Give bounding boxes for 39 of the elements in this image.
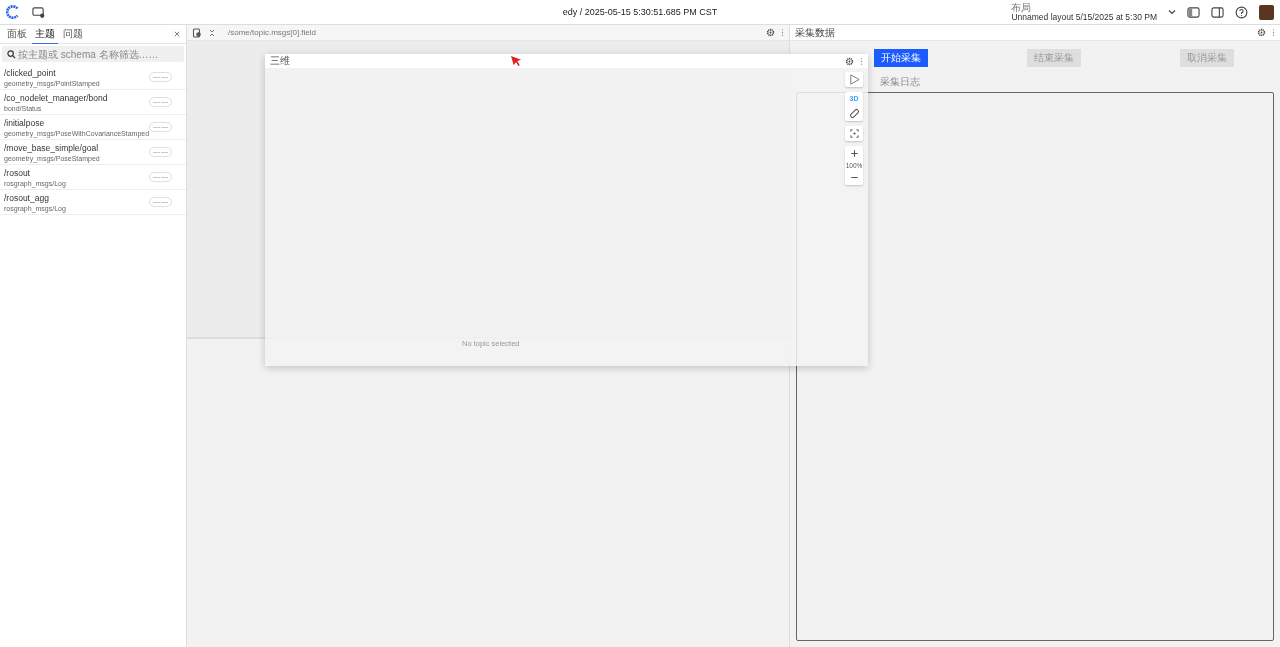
session-title: edy / 2025-05-15 5:30:51.685 PM CST	[562, 7, 718, 17]
right-sidebar-toggle-icon[interactable]	[1211, 5, 1224, 19]
focus-icon[interactable]	[847, 127, 861, 140]
topic-name: /co_nodelet_manager/bond	[4, 92, 109, 103]
chevron-down-icon[interactable]	[1168, 8, 1176, 16]
avatar[interactable]	[1259, 4, 1274, 20]
sidebar-tab[interactable]: 主题	[32, 24, 58, 44]
layout-name[interactable]: Unnamed layout 5/15/2025 at 5:30 PM	[1011, 12, 1157, 22]
ruler-icon[interactable]	[847, 107, 861, 120]
log-label: 采集日志	[880, 75, 921, 89]
topic-name: /rosout_agg	[4, 192, 50, 203]
monitor-gear-icon[interactable]	[32, 5, 45, 19]
topic-name: /rosout	[4, 167, 31, 178]
topic-name: /clicked_point	[4, 67, 57, 78]
layout-label: 布局	[1011, 2, 1032, 13]
sidebar-tab[interactable]: 问题	[60, 24, 86, 44]
more-icon[interactable]	[781, 28, 784, 37]
search-icon	[7, 50, 16, 59]
settings-icon[interactable]	[1257, 28, 1266, 37]
settings-icon[interactable]	[766, 28, 775, 37]
left-sidebar-toggle-icon[interactable]	[1187, 5, 1200, 19]
sidebar-tab[interactable]: 面板	[4, 24, 30, 44]
expand-collapse-icon[interactable]	[208, 28, 216, 37]
panel-title: 三维	[270, 54, 290, 68]
more-icon[interactable]	[1272, 28, 1275, 37]
topic-name: /move_base_simple/goal	[4, 142, 100, 153]
topic-name: /initialpose	[4, 117, 46, 128]
capture-button[interactable]: 开始采集	[874, 49, 928, 67]
settings-icon[interactable]	[845, 56, 854, 66]
select-pointer-icon[interactable]	[847, 73, 861, 86]
help-icon[interactable]	[1235, 5, 1248, 19]
path-field[interactable]: /some/topic.msgs[0].field	[228, 28, 317, 37]
search-field[interactable]: 按主题或 schema 名称筛选……	[2, 46, 184, 62]
chart-doc-icon[interactable]	[192, 27, 202, 38]
panel-title: 采集数据	[795, 25, 835, 40]
more-icon[interactable]	[860, 56, 863, 66]
cursor-arrow-icon	[511, 56, 522, 67]
app-logo-icon[interactable]	[6, 5, 20, 19]
close-icon[interactable]	[174, 31, 180, 37]
